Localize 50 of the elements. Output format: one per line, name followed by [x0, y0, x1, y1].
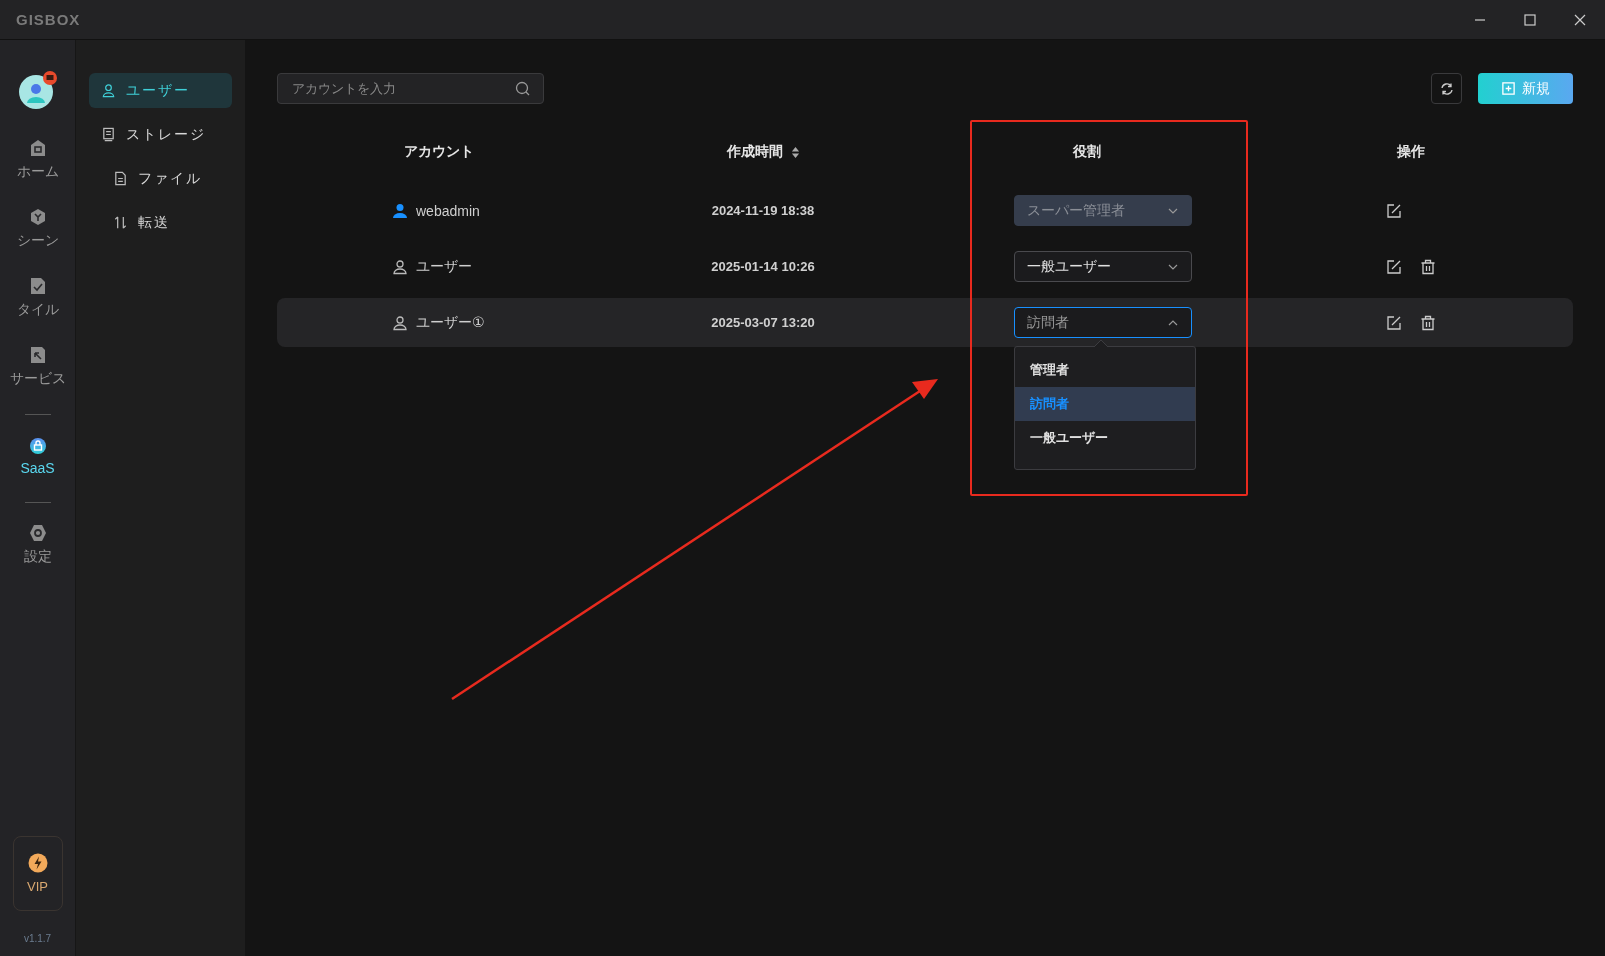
nav-item[interactable]: タイル: [2, 270, 73, 325]
search-icon: [515, 81, 531, 97]
dropdown-option[interactable]: 管理者: [1015, 353, 1195, 387]
column-header: 役割: [1073, 143, 1101, 161]
sidebar-item[interactable]: ストレージ: [89, 117, 232, 152]
account-name: ユーザー①: [416, 313, 486, 332]
user-icon: [392, 258, 408, 275]
sidebar-item[interactable]: ファイル: [89, 161, 232, 196]
app-logo: GISBOX: [16, 11, 81, 28]
column-header[interactable]: 作成時間: [726, 143, 783, 161]
edit-icon[interactable]: [1386, 258, 1402, 275]
delete-icon[interactable]: [1420, 258, 1436, 275]
settings-icon: [27, 523, 48, 543]
column-header: アカウント: [404, 143, 474, 161]
user-icon: [392, 314, 408, 331]
user-icon: [101, 83, 116, 98]
refresh-icon: [1438, 80, 1455, 97]
transfer-arrows-icon: [113, 215, 128, 230]
lightning-icon: [27, 853, 48, 873]
account-name: webadmin: [416, 202, 481, 219]
file-icon: [113, 171, 128, 186]
role-select[interactable]: 訪問者: [1014, 307, 1192, 338]
dropdown-option[interactable]: 一般ユーザー: [1015, 421, 1195, 455]
role-select[interactable]: 一般ユーザー: [1014, 251, 1192, 282]
person-icon: [392, 202, 408, 219]
close-icon: [1574, 13, 1586, 26]
vip-button[interactable]: VIP: [12, 836, 63, 911]
column-header: 操作: [1397, 143, 1425, 161]
delete-icon[interactable]: [1420, 314, 1436, 331]
sidebar-item[interactable]: ユーザー: [89, 73, 232, 108]
nav-item[interactable]: 設定: [2, 517, 73, 572]
plus-square-icon: [1501, 81, 1516, 96]
nav-item[interactable]: ホーム: [2, 132, 73, 187]
search-field[interactable]: アカウントを入力: [277, 73, 544, 104]
edit-icon[interactable]: [1386, 314, 1402, 331]
account-name: ユーザー: [416, 257, 473, 276]
nav-item[interactable]: サービス: [2, 339, 73, 394]
created-time: 2024-11-19 18:38: [711, 203, 815, 218]
version-label: v1.1.7: [23, 933, 52, 944]
sidebar-item[interactable]: 転送: [89, 205, 232, 240]
refresh-button[interactable]: [1431, 73, 1462, 104]
created-time: 2025-03-07 13:20: [711, 315, 815, 330]
created-time: 2025-01-14 10:26: [711, 259, 815, 274]
nav-item[interactable]: SaaS: [2, 429, 73, 482]
avatar-icon[interactable]: [17, 70, 58, 110]
storage-icon: [101, 127, 116, 142]
maximize-icon: [1524, 13, 1536, 26]
nav-item[interactable]: シーン: [2, 201, 73, 256]
sort-icon[interactable]: [790, 145, 800, 159]
lock-icon: [27, 435, 48, 455]
